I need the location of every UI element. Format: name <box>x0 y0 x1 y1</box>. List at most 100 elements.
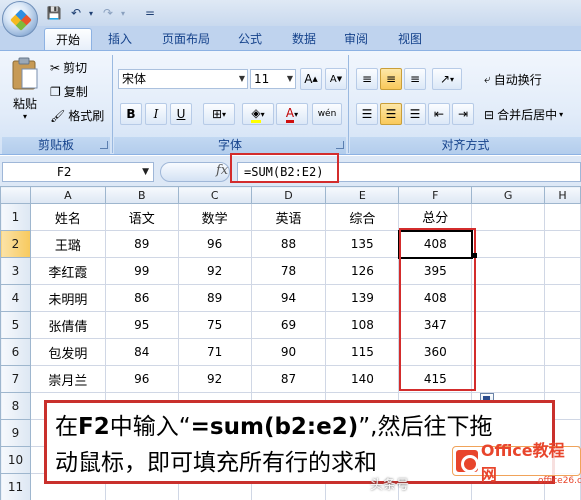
cell-e4[interactable]: 139 <box>325 284 400 312</box>
cell-a5[interactable]: 张倩倩 <box>29 311 106 339</box>
cell-h6[interactable] <box>544 338 581 366</box>
tab-data[interactable]: 数据 <box>284 28 324 50</box>
cell-d6[interactable]: 90 <box>250 338 327 366</box>
cell-a4[interactable]: 未明明 <box>29 284 106 312</box>
cell-a7[interactable]: 崇月兰 <box>29 365 106 393</box>
column-header-a[interactable]: A <box>29 186 106 204</box>
cell-e5[interactable]: 108 <box>325 311 400 339</box>
tab-insert[interactable]: 插入 <box>100 28 140 50</box>
fill-handle[interactable] <box>472 253 477 258</box>
cell-h3[interactable] <box>544 257 581 285</box>
row-header-3[interactable]: 3 <box>0 257 31 285</box>
tab-home[interactable]: 开始 <box>44 28 92 50</box>
column-header-c[interactable]: C <box>177 186 252 204</box>
row-header-4[interactable]: 4 <box>0 284 31 312</box>
cell-a2[interactable]: 王璐 <box>29 230 106 258</box>
italic-button[interactable]: I <box>145 103 167 125</box>
tab-formulas[interactable]: 公式 <box>230 28 270 50</box>
cell-d7[interactable]: 87 <box>250 365 327 393</box>
cell-h2[interactable] <box>544 230 581 258</box>
cell-g3[interactable] <box>471 257 546 285</box>
cell-c1[interactable]: 数学 <box>177 203 252 231</box>
borders-button[interactable]: ⊞ ▾ <box>203 103 235 125</box>
tab-page-layout[interactable]: 页面布局 <box>152 28 220 50</box>
cell-c4[interactable]: 89 <box>177 284 252 312</box>
column-header-f[interactable]: F <box>398 186 473 204</box>
cell-c3[interactable]: 92 <box>177 257 252 285</box>
format-painter-button[interactable]: 🖌 格式刷 <box>50 107 104 124</box>
orientation-button[interactable]: ↗ ▾ <box>432 68 462 90</box>
select-all-corner[interactable] <box>0 186 31 204</box>
column-header-d[interactable]: D <box>250 186 327 204</box>
formula-input[interactable]: =SUM(B2:E2) <box>237 162 581 182</box>
cell-a1[interactable]: 姓名 <box>29 203 106 231</box>
tab-view[interactable]: 视图 <box>390 28 430 50</box>
cell-h1[interactable] <box>544 203 581 231</box>
cell-h5[interactable] <box>544 311 581 339</box>
cell-d5[interactable]: 69 <box>250 311 327 339</box>
cell-b6[interactable]: 84 <box>104 338 179 366</box>
name-box[interactable]: F2 ▼ <box>2 162 154 182</box>
cell-f2[interactable]: 408 <box>397 229 473 259</box>
font-launcher-icon[interactable] <box>336 141 344 149</box>
fill-color-button[interactable]: ◈ ▾ <box>242 103 274 125</box>
row-header-10[interactable]: 10 <box>0 446 31 474</box>
save-icon[interactable]: 💾 <box>46 4 62 22</box>
insert-function-icon[interactable]: fx <box>216 163 228 178</box>
align-top-button[interactable]: ≡ <box>356 68 378 90</box>
cell-f1[interactable]: 总分 <box>398 203 473 231</box>
cell-c6[interactable]: 71 <box>177 338 252 366</box>
copy-button[interactable]: ❐ 复制 <box>50 83 88 100</box>
undo-icon[interactable]: ↶ <box>68 4 84 22</box>
cell-c7[interactable]: 92 <box>177 365 252 393</box>
align-center-button[interactable]: ☰ <box>380 103 402 125</box>
align-middle-button[interactable]: ≡ <box>380 68 402 90</box>
row-header-2[interactable]: 2 <box>0 230 31 258</box>
cell-g5[interactable] <box>471 311 546 339</box>
cell-c5[interactable]: 75 <box>177 311 252 339</box>
wrap-text-button[interactable]: ⤶ 自动换行 <box>484 71 542 88</box>
office-button[interactable] <box>2 1 38 37</box>
cell-g4[interactable] <box>471 284 546 312</box>
redo-dropdown-icon[interactable]: ▾ <box>118 4 128 22</box>
clipboard-launcher-icon[interactable] <box>100 141 108 149</box>
cell-e6[interactable]: 115 <box>325 338 400 366</box>
cell-e3[interactable]: 126 <box>325 257 400 285</box>
phonetic-button[interactable]: wén <box>312 103 342 125</box>
cell-b3[interactable]: 99 <box>104 257 179 285</box>
cell-g6[interactable] <box>471 338 546 366</box>
cell-d1[interactable]: 英语 <box>250 203 327 231</box>
cell-b2[interactable]: 89 <box>104 230 179 258</box>
font-size-combo[interactable]: 11 ▼ <box>250 69 296 89</box>
font-name-combo[interactable]: 宋体 ▼ <box>118 69 248 89</box>
cell-d3[interactable]: 78 <box>250 257 327 285</box>
column-header-h[interactable]: H <box>544 186 581 204</box>
paste-button[interactable]: 粘贴 ▾ <box>6 57 44 131</box>
underline-button[interactable]: U <box>170 103 192 125</box>
grow-font-button[interactable]: A ▲ <box>300 68 322 90</box>
increase-indent-button[interactable]: ⇥ <box>452 103 474 125</box>
shrink-font-button[interactable]: A ▼ <box>325 68 347 90</box>
cell-h4[interactable] <box>544 284 581 312</box>
decrease-indent-button[interactable]: ⇤ <box>428 103 450 125</box>
align-left-button[interactable]: ☰ <box>356 103 378 125</box>
align-right-button[interactable]: ☰ <box>404 103 426 125</box>
cell-a3[interactable]: 李红霞 <box>29 257 106 285</box>
cut-button[interactable]: ✂ 剪切 <box>50 59 87 76</box>
cell-e1[interactable]: 综合 <box>325 203 400 231</box>
align-bottom-button[interactable]: ≡ <box>404 68 426 90</box>
row-header-8[interactable]: 8 <box>0 392 31 420</box>
row-header-1[interactable]: 1 <box>0 203 31 231</box>
row-header-9[interactable]: 9 <box>0 419 31 447</box>
row-header-6[interactable]: 6 <box>0 338 31 366</box>
cell-f5[interactable]: 347 <box>398 311 473 339</box>
cell-b7[interactable]: 96 <box>104 365 179 393</box>
cell-e2[interactable]: 135 <box>325 230 400 258</box>
redo-icon[interactable]: ↷ <box>100 4 116 22</box>
cell-b4[interactable]: 86 <box>104 284 179 312</box>
cell-a6[interactable]: 包发明 <box>29 338 106 366</box>
cell-c2[interactable]: 96 <box>177 230 252 258</box>
column-header-e[interactable]: E <box>325 186 400 204</box>
cell-g7[interactable] <box>471 365 546 393</box>
cell-d2[interactable]: 88 <box>250 230 327 258</box>
